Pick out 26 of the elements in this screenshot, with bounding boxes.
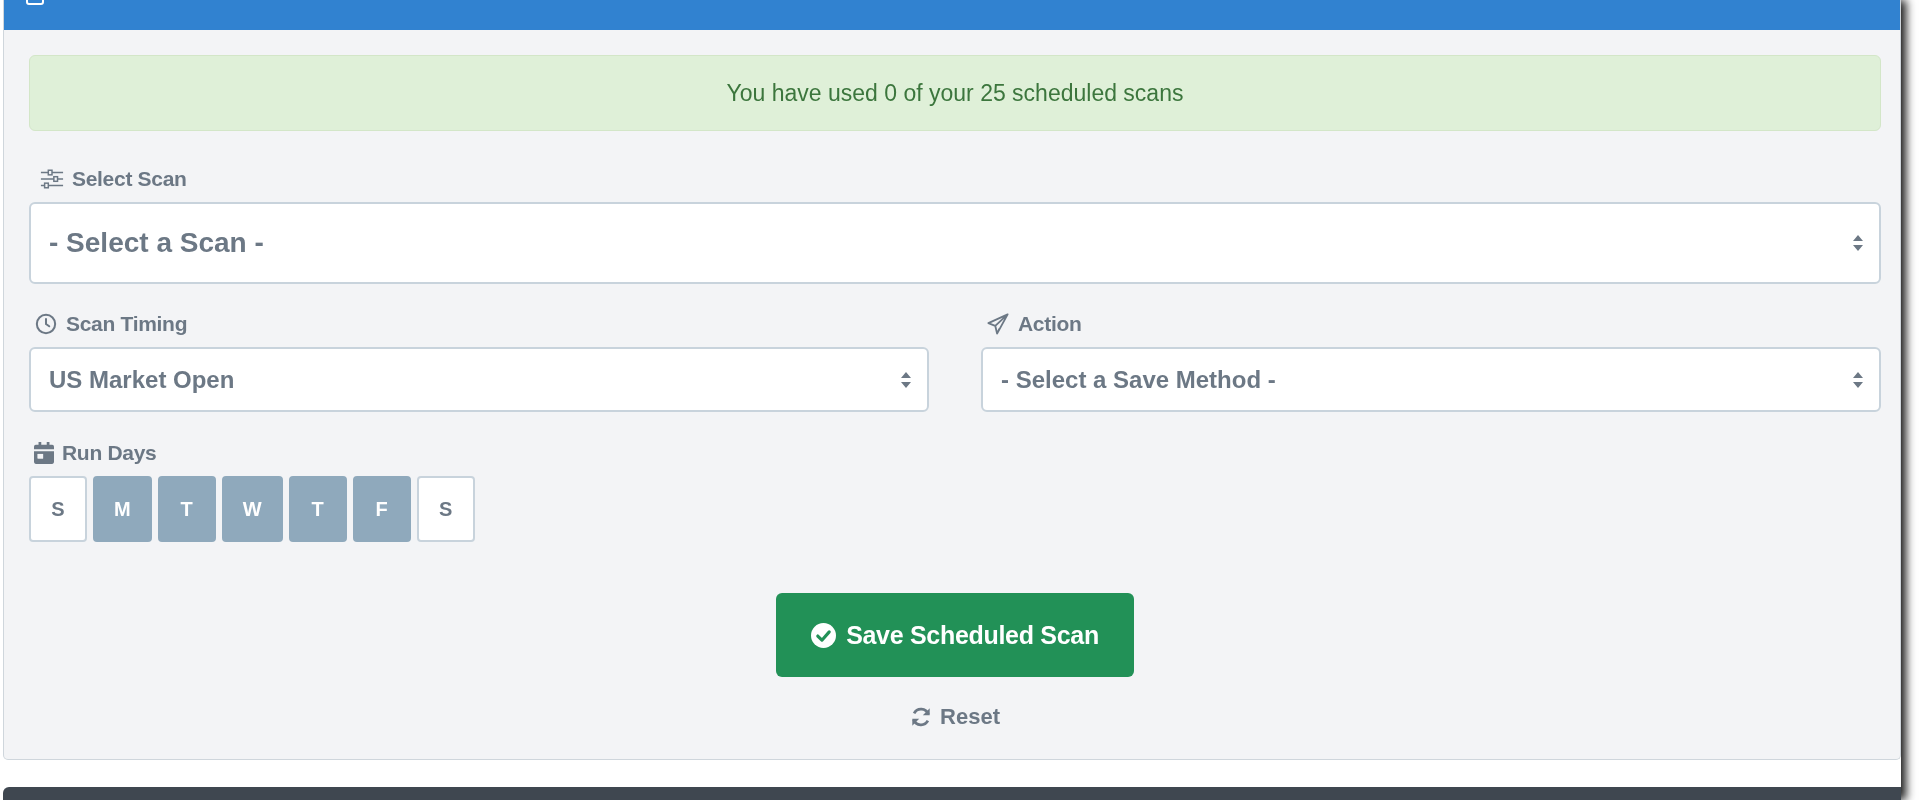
paper-plane-icon [986,313,1010,335]
sort-icon [901,371,911,388]
check-circle-icon [811,622,837,648]
day-toggle[interactable]: S [29,476,87,542]
clock-icon [34,313,58,335]
calendar-icon [34,442,54,464]
day-toggle[interactable]: S [416,476,475,542]
sliders-icon [40,168,64,190]
field-label: Scan Timing [66,312,188,336]
field-label: Select Scan [72,167,187,191]
day-toggle[interactable]: T [288,476,347,542]
scan-select[interactable]: - Select a Scan - [29,202,1881,284]
save-button[interactable]: Save Scheduled Scan [776,593,1134,677]
refresh-icon [910,706,933,728]
day-toggle[interactable]: M [93,476,152,542]
field-label: Action [1018,312,1082,336]
usage-alert: You have used 0 of your 25 scheduled scans [29,55,1881,131]
day-toggle[interactable]: T [157,476,216,542]
day-toggle[interactable]: W [221,476,283,542]
action-select[interactable]: - Select a Save Method - [981,347,1881,412]
timing-select[interactable]: US Market Open [29,347,929,412]
sort-icon [1853,371,1863,388]
day-toggle[interactable]: F [352,476,411,542]
sort-icon [1853,235,1863,251]
reset-link[interactable]: Reset [910,704,1000,730]
field-label: Run Days [62,441,157,465]
